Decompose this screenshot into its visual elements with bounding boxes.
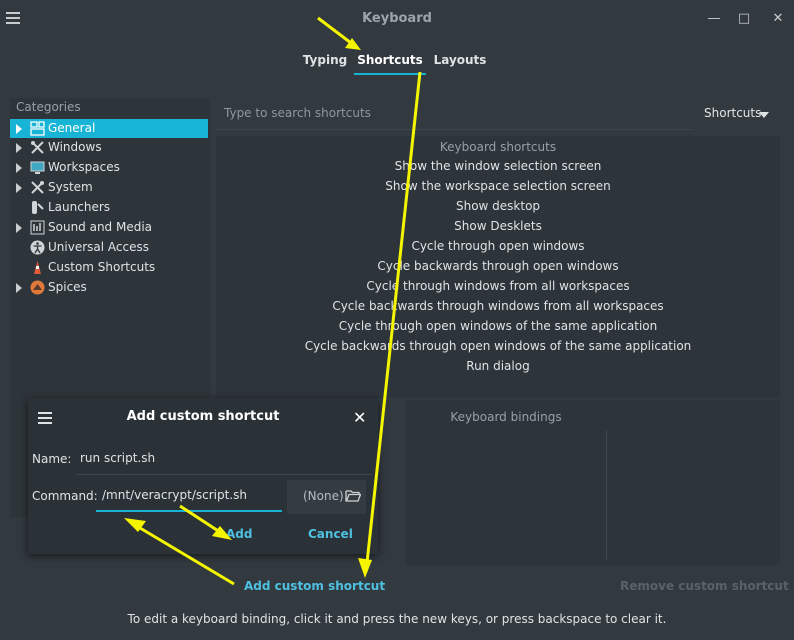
list-item[interactable]: Cycle through open windows <box>216 236 780 256</box>
sidebar-item-spices[interactable]: Spices <box>10 278 208 297</box>
sidebar-item-workspaces[interactable]: Workspaces <box>10 158 208 177</box>
sidebar-item-sound-media[interactable]: Sound and Media <box>10 218 208 237</box>
general-icon <box>30 121 45 136</box>
bindings-list: Keyboard bindings <box>406 400 780 565</box>
list-item[interactable]: Show the window selection screen <box>216 156 780 176</box>
cancel-button[interactable]: Cancel <box>308 527 353 541</box>
sidebar-item-label: Universal Access <box>48 240 149 254</box>
sidebar-item-custom-shortcuts[interactable]: Custom Shortcuts <box>10 258 208 277</box>
arrowhead <box>358 558 372 578</box>
list-item[interactable]: Cycle through windows from all workspace… <box>216 276 780 296</box>
sound-media-icon <box>30 220 45 235</box>
tab-shortcuts[interactable]: Shortcuts <box>354 46 426 75</box>
command-label: Command: <box>32 489 98 503</box>
list-item[interactable]: Show the workspace selection screen <box>216 176 780 196</box>
categories-label: Categories <box>16 100 81 114</box>
tab-layouts[interactable]: Layouts <box>429 46 491 74</box>
name-label: Name: <box>32 452 72 466</box>
spices-icon <box>30 280 45 295</box>
shortcuts-list: Keyboard shortcuts Show the window selec… <box>216 136 780 398</box>
windows-icon <box>31 141 44 154</box>
dialog-title: Add custom shortcut <box>126 409 280 424</box>
command-field[interactable]: /mnt/veracrypt/script.sh <box>102 488 247 502</box>
remove-custom-shortcut-button[interactable]: Remove custom shortcut <box>620 579 789 593</box>
sidebar-item-label: Windows <box>48 140 102 154</box>
custom-shortcuts-icon <box>34 261 41 274</box>
sidebar-item-label: Workspaces <box>48 160 120 174</box>
filter-dropdown[interactable]: Shortcuts <box>704 106 761 120</box>
dialog-close-icon[interactable]: ✕ <box>353 408 366 427</box>
sidebar-item-general[interactable]: General <box>10 119 208 138</box>
name-field-underline <box>76 474 372 475</box>
sidebar-item-label: Launchers <box>48 200 111 214</box>
search-row: Type to search shortcuts <box>216 98 694 130</box>
list-item[interactable]: Cycle backwards through open windows of … <box>216 336 780 356</box>
file-chooser-button[interactable]: (None) <box>287 480 366 514</box>
list-item[interactable]: Run dialog <box>216 356 780 376</box>
sidebar-item-label: Custom Shortcuts <box>48 260 156 274</box>
file-chooser-value: (None) <box>303 489 344 503</box>
launchers-icon <box>32 201 44 214</box>
close-icon[interactable]: ✕ <box>770 11 786 27</box>
bindings-header: Keyboard bindings <box>450 410 562 424</box>
universal-access-icon <box>30 240 45 255</box>
list-item[interactable]: Show Desklets <box>216 216 780 236</box>
shortcuts-header: Keyboard shortcuts <box>439 140 557 154</box>
footer-hint: To edit a keyboard binding, click it and… <box>127 612 667 626</box>
list-item[interactable]: Cycle through open windows of the same a… <box>216 316 780 336</box>
sidebar-item-label: System <box>48 180 93 194</box>
window-title: Keyboard <box>362 11 432 26</box>
expand-arrow-icon[interactable] <box>16 143 22 153</box>
command-field-underline <box>96 510 282 512</box>
tab-typing[interactable]: Typing <box>297 46 353 74</box>
list-item[interactable]: Cycle backwards through open windows <box>216 256 780 276</box>
sidebar-item-label: Spices <box>48 280 87 294</box>
minimize-icon[interactable]: — <box>706 11 722 27</box>
divider <box>606 430 607 560</box>
expand-arrow-icon[interactable] <box>16 163 22 173</box>
expand-arrow-icon[interactable] <box>16 283 22 293</box>
sidebar-item-system[interactable]: System <box>10 178 208 197</box>
sidebar-item-label: General <box>48 121 96 135</box>
folder-open-icon <box>345 490 361 502</box>
system-icon <box>31 181 44 194</box>
list-item[interactable]: Show desktop <box>216 196 780 216</box>
search-input[interactable]: Type to search shortcuts <box>224 106 371 120</box>
sidebar-item-universal-access[interactable]: Universal Access <box>10 238 208 257</box>
add-button[interactable]: Add <box>226 527 252 541</box>
title-bar: Keyboard — □ ✕ <box>0 0 794 40</box>
maximize-icon[interactable]: □ <box>736 11 752 27</box>
list-item[interactable]: Cycle backwards through windows from all… <box>216 296 780 316</box>
expand-arrow-icon[interactable] <box>16 223 22 233</box>
name-field[interactable]: run script.sh <box>80 451 155 465</box>
sidebar-item-windows[interactable]: Windows <box>10 138 208 157</box>
chevron-down-icon[interactable] <box>759 112 769 118</box>
workspaces-icon <box>30 161 45 174</box>
sidebar-item-label: Sound and Media <box>48 220 153 234</box>
expand-arrow-icon[interactable] <box>16 183 22 193</box>
add-custom-shortcut-button[interactable]: Add custom shortcut <box>244 579 385 593</box>
sidebar-item-launchers[interactable]: Launchers <box>10 198 208 217</box>
add-custom-shortcut-dialog: Add custom shortcut ✕ Name: run script.s… <box>28 398 378 554</box>
expand-arrow-icon[interactable] <box>16 124 22 134</box>
